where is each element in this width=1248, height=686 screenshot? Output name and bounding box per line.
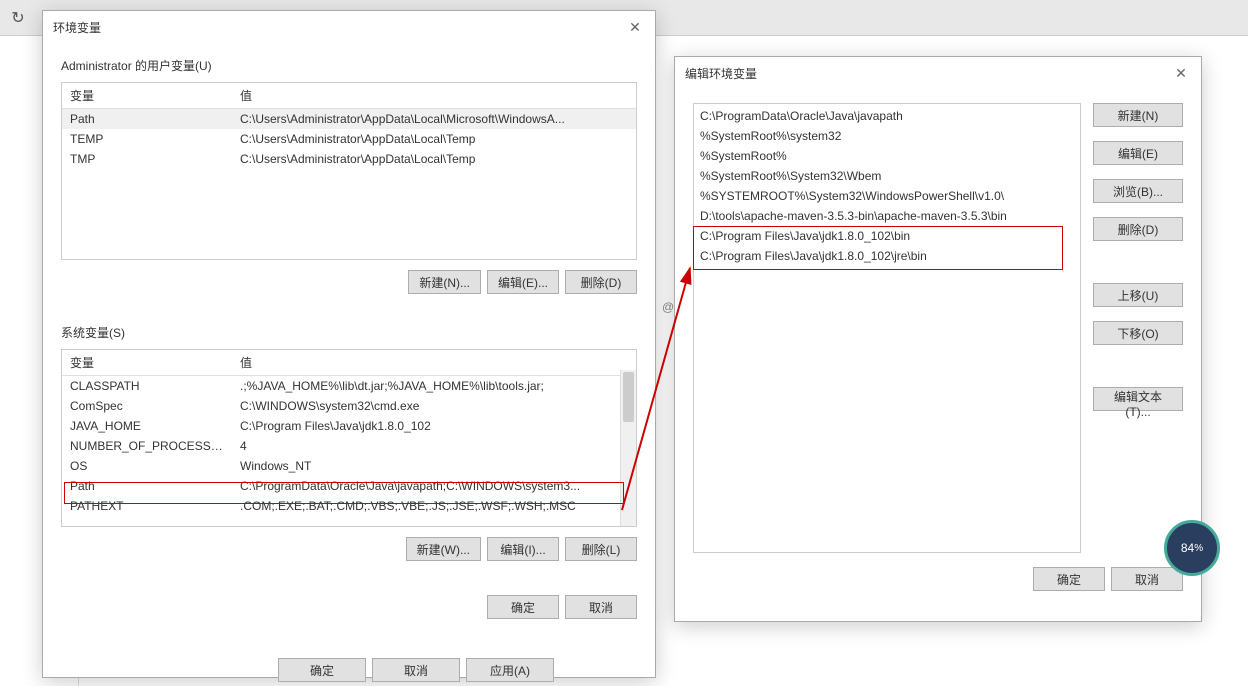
cancel-button[interactable]: 取消	[372, 658, 460, 682]
list-item[interactable]: C:\Program Files\Java\jdk1.8.0_102\jre\b…	[694, 246, 1080, 266]
table-row[interactable]: PATHEXT.COM;.EXE;.BAT;.CMD;.VBS;.VBE;.JS…	[62, 496, 636, 516]
dialog-header: 编辑环境变量 ✕	[675, 57, 1201, 89]
edit-env-var-dialog: 编辑环境变量 ✕ C:\ProgramData\Oracle\Java\java…	[674, 56, 1202, 622]
sys-edit-button[interactable]: 编辑(I)...	[487, 537, 559, 561]
col-val[interactable]: 值	[232, 350, 636, 376]
dialog-title: 编辑环境变量	[685, 65, 757, 82]
table-row[interactable]: OSWindows_NT	[62, 456, 636, 476]
table-row[interactable]: PathC:\Users\Administrator\AppData\Local…	[62, 109, 636, 130]
list-item[interactable]: C:\Program Files\Java\jdk1.8.0_102\bin	[694, 226, 1080, 246]
scrollbar[interactable]	[620, 370, 636, 526]
table-row[interactable]: TEMPC:\Users\Administrator\AppData\Local…	[62, 129, 636, 149]
var-name: ComSpec	[62, 396, 232, 416]
table-row[interactable]: TMPC:\Users\Administrator\AppData\Local\…	[62, 149, 636, 169]
var-value: 4	[232, 436, 636, 456]
apply-button[interactable]: 应用(A)	[466, 658, 554, 682]
sys-vars-label: 系统变量(S)	[61, 324, 637, 341]
var-value: C:\Users\Administrator\AppData\Local\Tem…	[232, 149, 636, 169]
table-row[interactable]: NUMBER_OF_PROCESSORS4	[62, 436, 636, 456]
close-icon[interactable]: ✕	[625, 17, 645, 37]
sys-delete-button[interactable]: 删除(L)	[565, 537, 637, 561]
var-name: JAVA_HOME	[62, 416, 232, 436]
dialog-title: 环境变量	[53, 19, 101, 36]
cancel-button[interactable]: 取消	[1111, 567, 1183, 591]
path-list[interactable]: C:\ProgramData\Oracle\Java\javapath%Syst…	[693, 103, 1081, 553]
percentage-badge[interactable]: 84%	[1164, 520, 1220, 576]
ok-button[interactable]: 确定	[278, 658, 366, 682]
move-down-button[interactable]: 下移(O)	[1093, 321, 1183, 345]
at-symbol: @	[662, 300, 674, 314]
var-name: Path	[62, 109, 232, 130]
table-row[interactable]: CLASSPATH.;%JAVA_HOME%\lib\dt.jar;%JAVA_…	[62, 376, 636, 397]
delete-button[interactable]: 删除(D)	[1093, 217, 1183, 241]
var-value: Windows_NT	[232, 456, 636, 476]
list-item[interactable]: %SYSTEMROOT%\System32\WindowsPowerShell\…	[694, 186, 1080, 206]
ok-button[interactable]: 确定	[487, 595, 559, 619]
list-item[interactable]: %SystemRoot%\System32\Wbem	[694, 166, 1080, 186]
table-row[interactable]: JAVA_HOMEC:\Program Files\Java\jdk1.8.0_…	[62, 416, 636, 436]
list-item[interactable]: C:\ProgramData\Oracle\Java\javapath	[694, 106, 1080, 126]
edit-button[interactable]: 编辑(E)	[1093, 141, 1183, 165]
var-name: TEMP	[62, 129, 232, 149]
badge-unit: %	[1194, 543, 1203, 554]
table-row[interactable]: PathC:\ProgramData\Oracle\Java\javapath;…	[62, 476, 636, 496]
edit-text-button[interactable]: 编辑文本(T)...	[1093, 387, 1183, 411]
list-item[interactable]: %SystemRoot%\system32	[694, 126, 1080, 146]
list-item[interactable]: %SystemRoot%	[694, 146, 1080, 166]
user-new-button[interactable]: 新建(N)...	[408, 270, 481, 294]
scroll-thumb[interactable]	[623, 372, 634, 422]
refresh-icon[interactable]: ↻	[8, 8, 28, 28]
user-delete-button[interactable]: 删除(D)	[565, 270, 637, 294]
table-row[interactable]: ComSpecC:\WINDOWS\system32\cmd.exe	[62, 396, 636, 416]
var-name: NUMBER_OF_PROCESSORS	[62, 436, 232, 456]
bottom-button-row: 确定 取消 应用(A)	[278, 658, 554, 682]
var-value: .;%JAVA_HOME%\lib\dt.jar;%JAVA_HOME%\lib…	[232, 376, 636, 397]
var-name: CLASSPATH	[62, 376, 232, 397]
var-name: PATHEXT	[62, 496, 232, 516]
var-value: .COM;.EXE;.BAT;.CMD;.VBS;.VBE;.JS;.JSE;.…	[232, 496, 636, 516]
sys-vars-table[interactable]: 变量 值 CLASSPATH.;%JAVA_HOME%\lib\dt.jar;%…	[61, 349, 637, 527]
var-name: OS	[62, 456, 232, 476]
sys-new-button[interactable]: 新建(W)...	[406, 537, 481, 561]
cancel-button[interactable]: 取消	[565, 595, 637, 619]
var-value: C:\ProgramData\Oracle\Java\javapath;C:\W…	[232, 476, 636, 496]
badge-value: 84	[1181, 541, 1194, 555]
var-name: Path	[62, 476, 232, 496]
env-vars-dialog: 环境变量 ✕ Administrator 的用户变量(U) 变量 值 PathC…	[42, 10, 656, 678]
var-value: C:\Program Files\Java\jdk1.8.0_102	[232, 416, 636, 436]
col-var[interactable]: 变量	[62, 83, 232, 109]
dialog-header: 环境变量 ✕	[43, 11, 655, 43]
var-name: TMP	[62, 149, 232, 169]
user-edit-button[interactable]: 编辑(E)...	[487, 270, 559, 294]
col-val[interactable]: 值	[232, 83, 636, 109]
user-vars-table[interactable]: 变量 值 PathC:\Users\Administrator\AppData\…	[61, 82, 637, 260]
list-item[interactable]: D:\tools\apache-maven-3.5.3-bin\apache-m…	[694, 206, 1080, 226]
var-value: C:\Users\Administrator\AppData\Local\Mic…	[232, 109, 636, 130]
col-var[interactable]: 变量	[62, 350, 232, 376]
move-up-button[interactable]: 上移(U)	[1093, 283, 1183, 307]
var-value: C:\Users\Administrator\AppData\Local\Tem…	[232, 129, 636, 149]
ok-button[interactable]: 确定	[1033, 567, 1105, 591]
browse-button[interactable]: 浏览(B)...	[1093, 179, 1183, 203]
user-vars-label: Administrator 的用户变量(U)	[61, 57, 637, 74]
close-icon[interactable]: ✕	[1171, 63, 1191, 83]
var-value: C:\WINDOWS\system32\cmd.exe	[232, 396, 636, 416]
new-button[interactable]: 新建(N)	[1093, 103, 1183, 127]
